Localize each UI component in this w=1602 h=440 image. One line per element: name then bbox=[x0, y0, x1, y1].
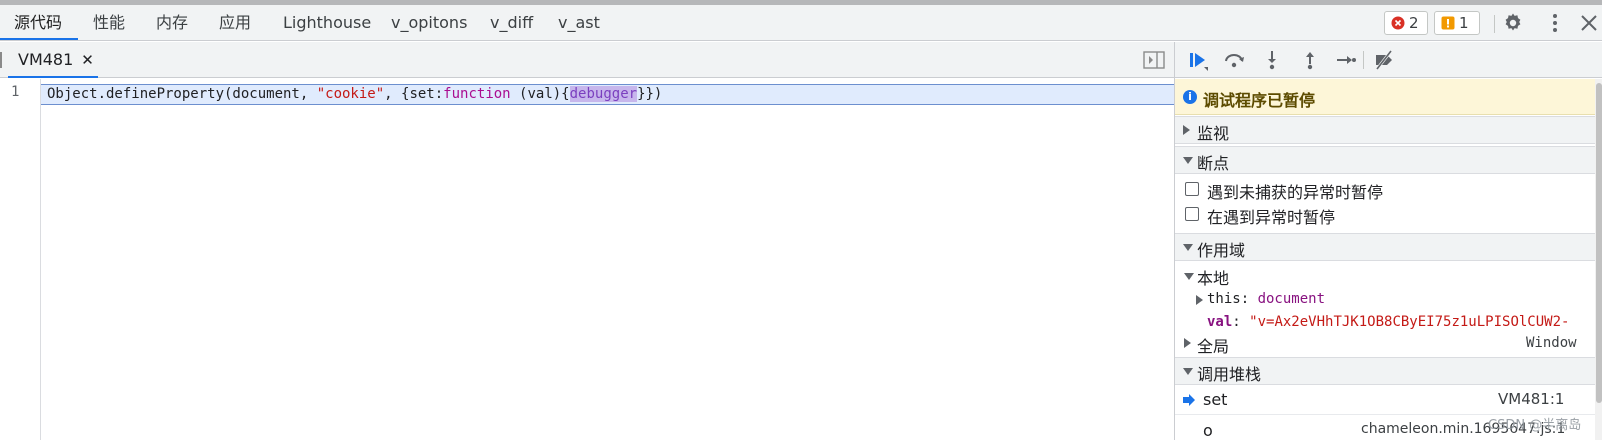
section-call-stack[interactable]: 调用堆栈 bbox=[1175, 357, 1595, 385]
call-frame-row[interactable]: set VM481:1 bbox=[1175, 389, 1595, 415]
pause-caught-checkbox[interactable] bbox=[1185, 207, 1199, 221]
warning-count: 1 bbox=[1459, 14, 1469, 32]
paused-execution-line[interactable]: Object.defineProperty(document, "cookie"… bbox=[41, 84, 1174, 105]
active-tab-indicator bbox=[0, 38, 78, 40]
section-watch-label: 监视 bbox=[1197, 124, 1230, 143]
step-over-icon[interactable] bbox=[1223, 49, 1245, 71]
code-token: (val){ bbox=[510, 86, 570, 102]
paused-banner: i 调试程序已暂停 bbox=[1175, 79, 1595, 115]
tab-memory[interactable]: 内存 bbox=[156, 5, 188, 41]
section-scope-label: 作用域 bbox=[1197, 241, 1246, 260]
close-file-tab-icon[interactable]: ✕ bbox=[81, 51, 94, 69]
scope-global-value: Window bbox=[1526, 335, 1577, 351]
step-icon[interactable] bbox=[1335, 49, 1357, 71]
step-into-icon[interactable] bbox=[1261, 49, 1283, 71]
resume-icon[interactable] bbox=[1187, 49, 1209, 71]
scope-this-name: this bbox=[1207, 291, 1241, 307]
scope-local-row[interactable]: 本地 bbox=[1175, 264, 1595, 288]
code-token: }}) bbox=[637, 86, 663, 102]
scope-this-value: document bbox=[1257, 291, 1326, 307]
section-scope[interactable]: 作用域 bbox=[1175, 233, 1595, 261]
call-frame-location: VM481:1 bbox=[1498, 390, 1565, 408]
section-breakpoints-label: 断点 bbox=[1197, 154, 1230, 173]
collapse-triangle-icon bbox=[1183, 244, 1193, 251]
line-number[interactable]: 1 bbox=[11, 84, 19, 100]
tab-sources[interactable]: 源代码 bbox=[14, 5, 62, 41]
devtools-tab-bar: 源代码 性能 内存 应用 Lighthouse v_opitons v_diff… bbox=[0, 5, 1602, 41]
sidebar-scrollbar[interactable] bbox=[1595, 79, 1602, 440]
collapse-triangle-icon bbox=[1183, 157, 1193, 164]
gear-icon[interactable] bbox=[1502, 12, 1524, 34]
code-token-string: "cookie" bbox=[316, 86, 385, 102]
info-icon: i bbox=[1183, 90, 1197, 104]
debugger-toolbar-divider bbox=[1363, 51, 1364, 69]
warning-icon bbox=[1441, 16, 1455, 30]
expand-triangle-icon bbox=[1184, 338, 1191, 348]
scope-val-value: "v=Ax2eVHhTJK1OB8CByEI75z1uLPISOlCUW2- bbox=[1249, 314, 1570, 330]
scope-this-row[interactable]: this: document bbox=[1175, 289, 1595, 313]
pause-on-uncaught-row[interactable]: 遇到未捕获的异常时暂停 bbox=[1175, 178, 1595, 202]
sidebar-scrollbar-thumb[interactable] bbox=[1596, 83, 1602, 403]
collapse-triangle-icon bbox=[1183, 368, 1193, 375]
warning-count-badge[interactable]: 1 bbox=[1434, 11, 1480, 35]
call-frame-name: set bbox=[1203, 390, 1228, 409]
collapse-triangle-icon bbox=[1184, 273, 1194, 280]
pause-on-caught-row[interactable]: 在遇到异常时暂停 bbox=[1175, 203, 1595, 227]
tab-lighthouse[interactable]: Lighthouse bbox=[283, 5, 371, 41]
tab-application[interactable]: 应用 bbox=[219, 5, 251, 41]
file-tab-vm481[interactable]: VM481 ✕ bbox=[6, 42, 94, 78]
colon: : bbox=[1240, 291, 1258, 307]
section-watch[interactable]: 监视 bbox=[1175, 116, 1595, 144]
current-frame-arrow-icon bbox=[1183, 394, 1195, 406]
tab-performance[interactable]: 性能 bbox=[93, 5, 125, 41]
deactivate-breakpoints-icon[interactable] bbox=[1373, 49, 1395, 71]
colon: : bbox=[1232, 314, 1250, 330]
line-number-gutter: 1 bbox=[0, 79, 41, 440]
navigator-toggle-edge[interactable] bbox=[0, 52, 2, 68]
debugger-toolbar bbox=[1175, 42, 1602, 78]
code-token-debugger-highlight: debugger bbox=[569, 86, 638, 102]
active-file-indicator bbox=[8, 76, 98, 78]
editor-file-tabs: VM481 ✕ bbox=[0, 42, 1174, 78]
scope-global-label: 全局 bbox=[1197, 337, 1230, 356]
kebab-menu-icon[interactable] bbox=[1544, 12, 1566, 34]
code-token: , {set: bbox=[384, 86, 444, 102]
error-count-badge[interactable]: 2 bbox=[1384, 11, 1428, 35]
call-frame-name: o bbox=[1203, 421, 1213, 437]
section-call-stack-label: 调用堆栈 bbox=[1197, 365, 1262, 384]
pause-uncaught-checkbox[interactable] bbox=[1185, 182, 1199, 196]
debugger-sidebar: i 调试程序已暂停 监视 断点 遇到未捕获的异常时暂停 在遇到异常时暂停 作用域… bbox=[1174, 42, 1602, 440]
paused-message: 调试程序已暂停 bbox=[1203, 91, 1316, 110]
expand-triangle-icon bbox=[1183, 125, 1190, 135]
code-token-keyword: function bbox=[443, 86, 511, 102]
pause-caught-label: 在遇到异常时暂停 bbox=[1207, 208, 1336, 227]
tab-v-ast[interactable]: v_ast bbox=[558, 5, 600, 41]
file-tab-label: VM481 bbox=[18, 50, 74, 69]
scope-local-label: 本地 bbox=[1197, 269, 1230, 288]
expand-triangle-icon bbox=[1196, 295, 1203, 305]
toggle-debugger-sidebar-icon[interactable] bbox=[1143, 51, 1165, 69]
code-token: Object.defineProperty(document, bbox=[47, 86, 317, 102]
error-icon bbox=[1391, 16, 1405, 30]
pause-uncaught-label: 遇到未捕获的异常时暂停 bbox=[1207, 183, 1384, 202]
step-out-icon[interactable] bbox=[1299, 49, 1321, 71]
toolbar-divider bbox=[1494, 15, 1495, 33]
error-count: 2 bbox=[1409, 14, 1419, 32]
tab-v-diff[interactable]: v_diff bbox=[490, 5, 533, 41]
scope-global-row[interactable]: 全局 Window bbox=[1175, 332, 1595, 356]
close-icon[interactable] bbox=[1578, 12, 1600, 34]
tab-v-opitons[interactable]: v_opitons bbox=[391, 5, 467, 41]
section-breakpoints[interactable]: 断点 bbox=[1175, 146, 1595, 174]
watermark: CSDN @半离岛 bbox=[1488, 418, 1582, 433]
code-text[interactable]: Object.defineProperty(document, "cookie"… bbox=[47, 85, 662, 104]
scope-val-name: val bbox=[1207, 314, 1233, 330]
